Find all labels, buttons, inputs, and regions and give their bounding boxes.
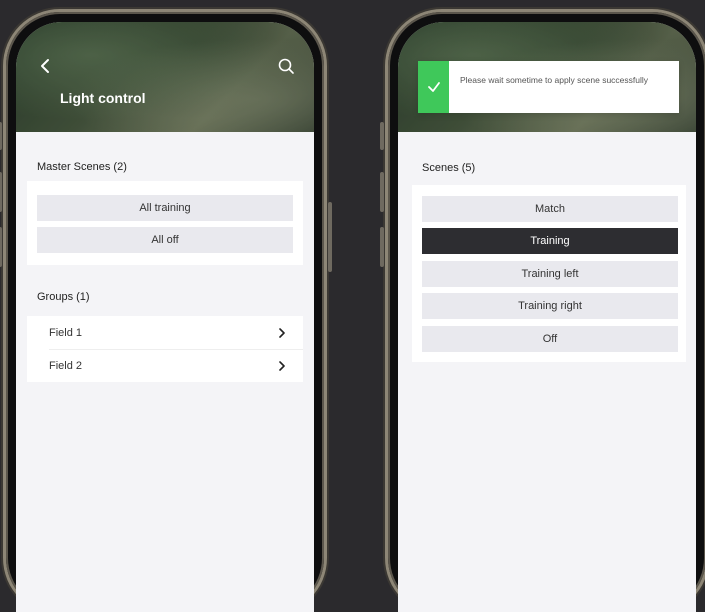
scene-button-all-off[interactable]: All off bbox=[37, 227, 293, 253]
scene-button-training-left[interactable]: Training left bbox=[422, 261, 678, 287]
toast-status bbox=[418, 61, 449, 113]
side-button bbox=[0, 122, 2, 150]
success-toast: Please wait sometime to apply scene succ… bbox=[418, 61, 679, 113]
scenes-screen: Please wait sometime to apply scene succ… bbox=[398, 22, 696, 612]
group-label: Field 2 bbox=[49, 359, 83, 372]
volume-down-button bbox=[0, 227, 2, 267]
groups-card: Field 1 Field 2 bbox=[27, 316, 303, 382]
light-control-screen: Light control Master Scenes (2) All trai… bbox=[16, 22, 314, 612]
group-row-field-2[interactable]: Field 2 bbox=[27, 349, 303, 382]
groups-heading: Groups (1) bbox=[37, 291, 90, 303]
search-icon bbox=[278, 58, 294, 74]
power-button bbox=[328, 202, 332, 272]
chevron-right-icon bbox=[279, 361, 285, 371]
volume-up-button bbox=[380, 172, 384, 212]
group-label: Field 1 bbox=[49, 326, 83, 339]
scene-button-off[interactable]: Off bbox=[422, 326, 678, 352]
side-button bbox=[380, 122, 384, 150]
scene-button-training-right[interactable]: Training right bbox=[422, 293, 678, 319]
header-banner bbox=[16, 22, 314, 132]
back-arrow-icon bbox=[41, 59, 49, 73]
master-scenes-card: All training All off bbox=[27, 181, 303, 265]
check-icon bbox=[427, 82, 440, 92]
phone-left: Light control Master Scenes (2) All trai… bbox=[0, 12, 332, 612]
scenes-heading: Scenes (5) bbox=[422, 162, 476, 174]
chevron-right-icon bbox=[279, 328, 285, 338]
back-button[interactable] bbox=[36, 56, 56, 76]
scenes-card: Match Training Training left Training ri… bbox=[412, 185, 686, 362]
page-title: Light control bbox=[60, 90, 146, 106]
group-row-field-1[interactable]: Field 1 bbox=[27, 316, 303, 349]
scene-button-all-training[interactable]: All training bbox=[37, 195, 293, 221]
master-scenes-heading: Master Scenes (2) bbox=[37, 161, 127, 173]
search-button[interactable] bbox=[276, 56, 296, 76]
volume-up-button bbox=[0, 172, 2, 212]
phone-right: Please wait sometime to apply scene succ… bbox=[380, 12, 705, 612]
scene-button-match[interactable]: Match bbox=[422, 196, 678, 222]
volume-down-button bbox=[380, 227, 384, 267]
scene-button-training[interactable]: Training bbox=[422, 228, 678, 254]
toast-message: Please wait sometime to apply scene succ… bbox=[460, 75, 649, 85]
